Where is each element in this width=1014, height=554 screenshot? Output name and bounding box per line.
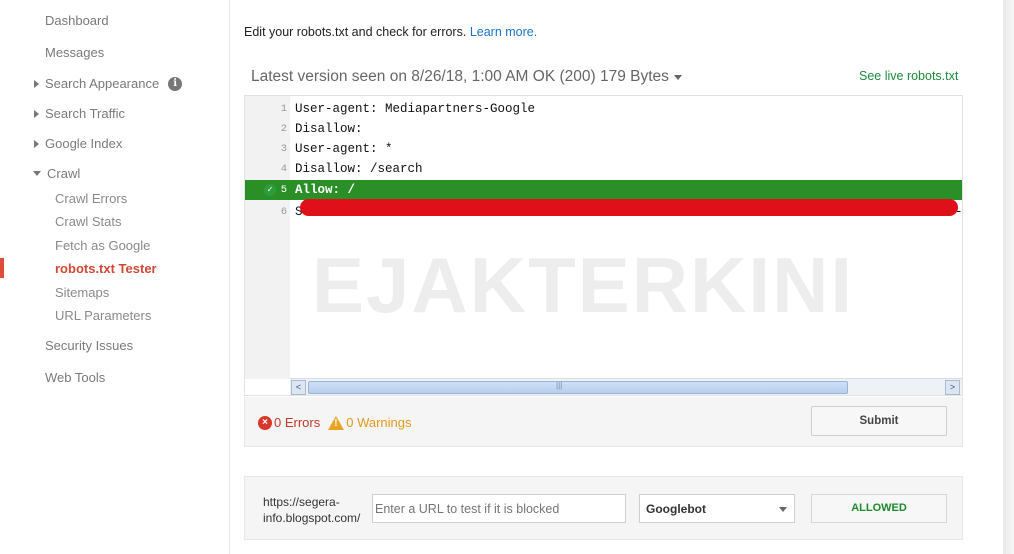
info-icon[interactable]: i (168, 76, 183, 91)
submit-button[interactable]: Submit (811, 406, 947, 436)
version-dropdown[interactable]: Latest version seen on 8/26/18, 1:00 AM … (251, 68, 682, 86)
line-number: 3 (280, 143, 287, 155)
watermark-logo: EJAKTERKINI (312, 240, 854, 331)
sidebar-item-google-index[interactable]: Google Index (34, 136, 122, 151)
code-text: User-agent: * (295, 142, 393, 156)
line-number: 2 (280, 123, 287, 135)
learn-more-link[interactable]: Learn more. (470, 25, 537, 39)
sidebar-item-web-tools[interactable]: Web Tools (45, 370, 105, 385)
warning-icon: ! (328, 415, 345, 430)
sidebar-item-label: Messages (45, 45, 105, 60)
warnings-count: 0 Warnings (346, 415, 412, 430)
chevron-down-icon (33, 171, 41, 176)
sidebar-item-search-traffic[interactable]: Search Traffic (34, 106, 125, 121)
line-number: 4 (280, 163, 287, 175)
sidebar-item-messages[interactable]: Messages (45, 45, 104, 60)
scroll-left-button[interactable]: < (291, 380, 306, 395)
sidebar-item-search-appearance[interactable]: Search Appearance i (34, 76, 183, 91)
dropdown-arrow-icon (779, 507, 787, 512)
sidebar-item-label: Dashboard (45, 13, 109, 28)
line-number: 1 (280, 103, 287, 115)
chevron-right-icon (34, 109, 39, 118)
sidebar-subitem-robots-tester[interactable]: robots.txt Tester (55, 261, 157, 276)
sidebar-nav: Dashboard Messages Search Appearance i S… (0, 0, 230, 554)
errors-count: 0 Errors (274, 415, 321, 430)
sidebar-item-dashboard[interactable]: Dashboard (45, 13, 109, 28)
sidebar-subitem-crawl-stats[interactable]: Crawl Stats (55, 214, 121, 229)
active-item-marker (0, 258, 4, 278)
intro-text: Edit your robots.txt and check for error… (244, 25, 537, 39)
sidebar-item-label: Search Appearance (45, 76, 160, 91)
code-text: User-agent: Mediapartners-Google (295, 102, 536, 116)
caret-down-icon (673, 74, 682, 80)
sidebar-item-security-issues[interactable]: Security Issues (45, 338, 133, 353)
test-url-input[interactable] (372, 494, 626, 523)
error-icon: × (258, 415, 272, 430)
error-warning-summary: × 0 Errors ! 0 Warnings (258, 415, 412, 430)
code-text: Disallow: /search (295, 162, 423, 176)
line-number: 5 (280, 184, 287, 196)
sidebar-item-crawl[interactable]: Crawl (33, 166, 80, 181)
page-edge-shadow (1003, 0, 1014, 554)
scroll-thumb[interactable] (308, 381, 848, 394)
code-text: Disallow: (295, 122, 363, 136)
watermark-text: EJAKTERKINI (312, 241, 855, 329)
redaction-mark (300, 199, 958, 216)
code-line[interactable]: 1 User-agent: Mediapartners-Google (245, 99, 962, 119)
scroll-right-button[interactable]: > (945, 380, 960, 395)
sidebar-subitem-fetch-as-google[interactable]: Fetch as Google (55, 238, 150, 253)
scroll-grip-icon: ||| (556, 381, 563, 390)
warning-glyph: ! (334, 417, 338, 429)
selected-bot: Googlebot (646, 502, 706, 516)
url-prefix: https://segera-info.blogspot.com/ (263, 495, 361, 525)
code-line[interactable]: 3 User-agent: * (245, 139, 962, 159)
see-live-robots-link[interactable]: See live robots.txt (859, 69, 958, 83)
sidebar-subitem-sitemaps[interactable]: Sitemaps (55, 285, 109, 300)
chevron-right-icon (34, 79, 39, 88)
horizontal-scrollbar[interactable]: < ||| > (290, 378, 962, 395)
sidebar-item-label: Crawl (47, 166, 81, 181)
user-agent-select[interactable]: Googlebot (639, 494, 795, 523)
code-text: Allow: / (295, 183, 356, 197)
code-line[interactable]: 4 Disallow: /search (245, 159, 962, 179)
chevron-right-icon (34, 139, 39, 148)
url-test-bar: https://segera-info.blogspot.com/ Google… (244, 476, 963, 540)
sidebar-item-label: Security Issues (45, 338, 134, 353)
intro-description: Edit your robots.txt and check for error… (244, 25, 467, 39)
validation-status-bar: × 0 Errors ! 0 Warnings Submit (244, 397, 963, 447)
sidebar-subitem-url-parameters[interactable]: URL Parameters (55, 308, 151, 323)
test-result-badge: ALLOWED (811, 494, 947, 523)
sidebar-item-label: Search Traffic (45, 106, 125, 121)
sidebar-subitem-crawl-errors[interactable]: Crawl Errors (55, 191, 127, 206)
sidebar-item-label: Web Tools (45, 370, 106, 385)
version-text: Latest version seen on 8/26/18, 1:00 AM … (251, 68, 669, 85)
code-line[interactable]: 2 Disallow: (245, 119, 962, 139)
line-number: 6 (280, 206, 287, 218)
sidebar-item-label: Google Index (45, 136, 123, 151)
code-line-highlighted[interactable]: ✓ 5 Allow: / (245, 180, 962, 200)
